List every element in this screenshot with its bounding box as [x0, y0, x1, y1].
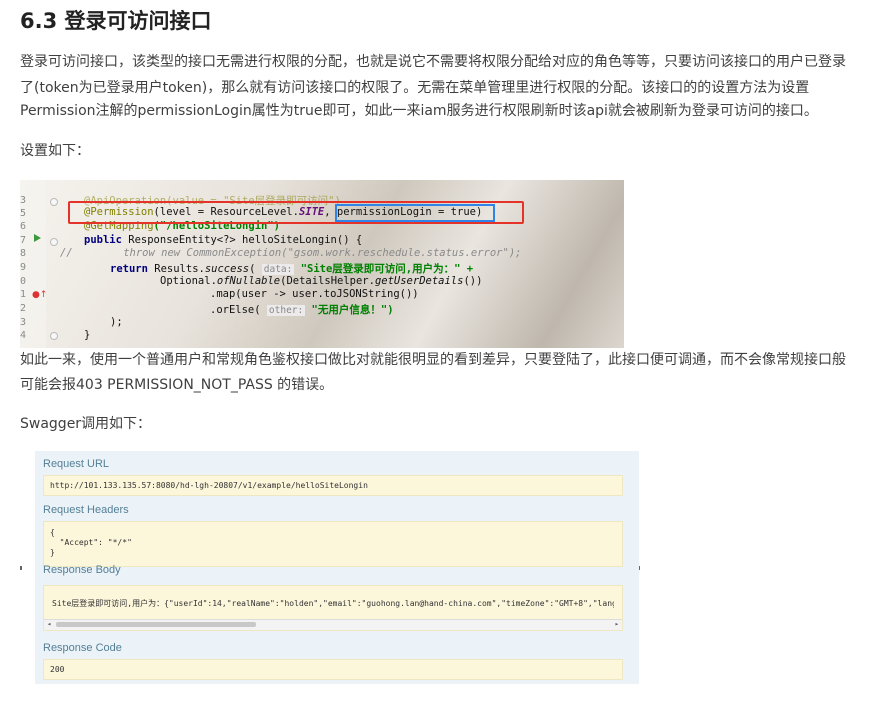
section-heading: 6.3 登录可访问接口: [20, 9, 212, 33]
paragraph-line: 设置如下：: [20, 143, 90, 159]
paragraph-line: 如此一来，使用一个普通用户和常规角色鉴权接口做比对就能很明显的看到差异，只要登陆…: [20, 352, 846, 368]
response-code-box[interactable]: 200: [43, 659, 623, 680]
request-url-box[interactable]: http://101.133.135.57:8080/hd-lgh-20807/…: [43, 475, 623, 496]
paragraph-line: 登录可访问接口，该类型的接口无需进行权限的分配，也就是说它不需要将权限分配给对应…: [20, 54, 846, 70]
swagger-panel: Request URL http://101.133.135.57:8080/h…: [35, 451, 639, 684]
code-line: );: [110, 316, 123, 328]
paragraph-line: Permission注解的permissionLogin属性为true即可，如此…: [20, 103, 818, 119]
fold-icon: [50, 198, 58, 206]
request-headers-box[interactable]: { "Accept": "*/*" }: [43, 521, 623, 567]
swagger-screenshot: Request URL http://101.133.135.57:8080/h…: [20, 451, 640, 684]
request-url-label: Request URL: [43, 458, 110, 470]
response-body-label: Response Body: [43, 564, 121, 576]
fold-icon: [50, 332, 58, 340]
code-line: return Results.success( data: "Site层登录即可…: [110, 263, 474, 275]
code-line: // throw new CommonException("gsom.work.…: [60, 247, 522, 259]
line-number: 6: [20, 221, 27, 232]
request-headers-label: Request Headers: [43, 504, 129, 516]
response-code-label: Response Code: [43, 642, 122, 654]
line-number: 3: [20, 195, 27, 206]
paragraph-line: Swagger调用如下：: [20, 416, 152, 432]
edge-marker: [20, 566, 22, 570]
line-number: 2: [20, 303, 27, 314]
code-line: public ResponseEntity<?> helloSiteLongin…: [84, 234, 363, 246]
line-number: 8: [20, 248, 27, 259]
line-number: 3: [20, 317, 27, 328]
line-number: 4: [20, 330, 27, 341]
json-line: }: [50, 548, 55, 557]
scroll-right-icon[interactable]: ▸: [615, 620, 619, 628]
response-body-box[interactable]: Site层登录即可访问,用户为：{"userId":14,"realName":…: [43, 585, 623, 631]
code-line: Optional.ofNullable(DetailsHelper.getUse…: [160, 275, 483, 287]
response-code-text: 200: [50, 665, 65, 674]
response-body-text: Site层登录即可访问,用户为：{"userId":14,"realName":…: [52, 599, 614, 608]
fold-icon: [50, 238, 58, 246]
run-gutter-icon: [34, 234, 41, 242]
json-line: "Accept": "*/*": [50, 538, 132, 547]
json-line: {: [50, 528, 55, 537]
line-number: 9: [20, 262, 27, 273]
highlight-blue-box: [335, 204, 495, 222]
code-line: .map(user -> user.toJSONString()): [210, 288, 419, 300]
horizontal-scrollbar[interactable]: ◂ ▸: [44, 619, 622, 630]
paragraph-line: 可能会报403 PERMISSION_NOT_PASS 的错误。: [20, 377, 334, 393]
breakpoint-icon: ●↑: [32, 290, 48, 300]
code-line: .orElse( other: "无用户信息！"): [210, 304, 394, 316]
line-number: 5: [20, 208, 27, 219]
scrollbar-thumb[interactable]: [56, 622, 256, 627]
code-screenshot: 3 5 6 7 8 9 0 1 2 3 4 ●↑ @ApiOperation(v…: [20, 180, 624, 348]
code-line: }: [84, 329, 91, 341]
line-number: 0: [20, 276, 27, 287]
scroll-left-icon[interactable]: ◂: [47, 620, 51, 628]
request-url-text: http://101.133.135.57:8080/hd-lgh-20807/…: [50, 481, 368, 490]
